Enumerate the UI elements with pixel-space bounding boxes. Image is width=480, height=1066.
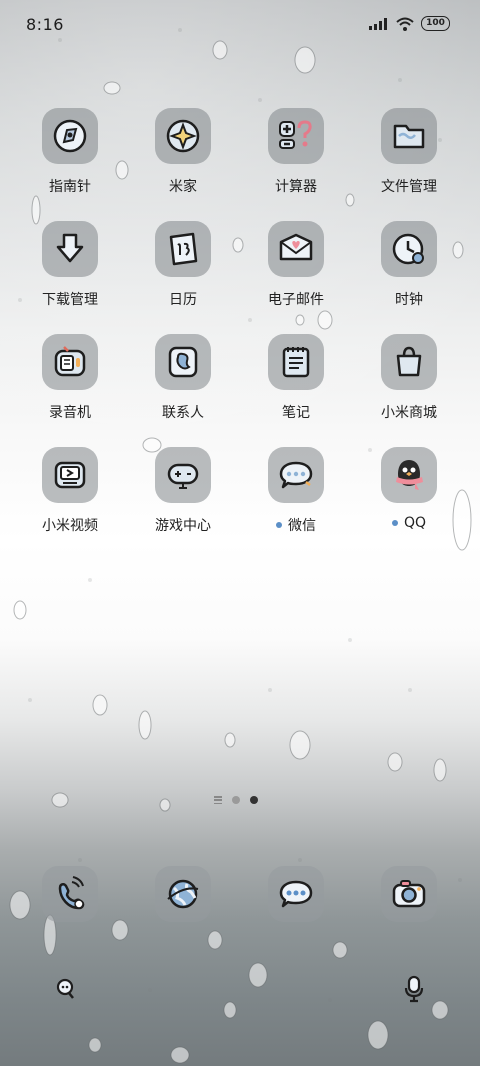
recorder-icon	[54, 346, 86, 377]
dock-camera[interactable]	[354, 866, 464, 922]
app-tile[interactable]	[42, 334, 98, 390]
app-game-center[interactable]: 游戏中心	[128, 447, 238, 535]
app-contacts[interactable]: 联系人	[128, 334, 238, 422]
app-mi-video[interactable]: 小米视频	[15, 447, 125, 535]
status-time: 8:16	[26, 15, 64, 34]
status-icons: 100	[369, 16, 450, 31]
compass-icon	[53, 119, 87, 153]
app-tile[interactable]	[268, 221, 324, 277]
mijia-icon	[166, 119, 200, 153]
app-label: 文件管理	[381, 179, 437, 195]
dock-tile[interactable]	[268, 866, 324, 922]
app-tile[interactable]	[155, 447, 211, 503]
app-tile[interactable]	[268, 108, 324, 164]
app-label: 指南针	[49, 179, 91, 195]
app-label: 下载管理	[42, 292, 98, 308]
app-mi-store[interactable]: 小米商城	[354, 334, 464, 422]
signal-icon	[369, 17, 387, 30]
status-bar: 8:16 100	[0, 0, 480, 48]
camera-icon	[392, 880, 426, 908]
app-label: 电子邮件	[268, 292, 324, 308]
app-label: 小米视频	[42, 518, 98, 534]
app-tile[interactable]	[42, 447, 98, 503]
app-label: 游戏中心	[155, 518, 211, 534]
app-tile[interactable]	[381, 108, 437, 164]
app-tile[interactable]	[42, 108, 98, 164]
app-compass[interactable]: 指南针	[15, 108, 125, 196]
app-label: 微信	[288, 518, 316, 534]
app-label: 录音机	[49, 405, 91, 421]
app-tile[interactable]	[381, 447, 437, 503]
app-clock[interactable]: 时钟	[354, 221, 464, 309]
app-tile[interactable]	[155, 108, 211, 164]
shopping-bag-icon	[396, 346, 422, 377]
gamepad-icon	[167, 463, 199, 489]
app-calculator[interactable]: 计算器	[241, 108, 351, 196]
penguin-icon	[396, 460, 423, 490]
message-icon	[279, 880, 313, 908]
app-notes[interactable]: 笔记	[241, 334, 351, 422]
dock-tile[interactable]	[42, 866, 98, 922]
app-tile[interactable]	[268, 334, 324, 390]
app-qq[interactable]: QQ	[354, 447, 464, 531]
mail-icon	[279, 233, 313, 261]
feed-page-indicator[interactable]	[214, 796, 222, 804]
download-icon	[56, 233, 84, 263]
app-tile[interactable]	[381, 221, 437, 277]
notification-dot	[391, 520, 398, 526]
microphone-icon[interactable]	[400, 975, 428, 1003]
app-mijia[interactable]: 米家	[128, 108, 238, 196]
contacts-icon	[168, 346, 198, 378]
tv-icon	[54, 461, 86, 489]
app-wechat[interactable]: 微信	[241, 447, 351, 535]
battery-indicator: 100	[421, 16, 450, 31]
app-label: 时钟	[395, 292, 423, 308]
app-calendar[interactable]: 日历	[128, 221, 238, 309]
notification-dot	[276, 522, 282, 528]
app-label: 日历	[169, 292, 197, 308]
app-tile[interactable]	[155, 334, 211, 390]
notes-icon	[282, 347, 310, 378]
chat-icon	[279, 461, 313, 489]
app-tile[interactable]	[268, 447, 324, 503]
app-tile[interactable]	[42, 221, 98, 277]
app-tile[interactable]	[155, 221, 211, 277]
page-indicator[interactable]	[214, 796, 258, 804]
folder-icon	[393, 124, 425, 149]
clock-icon	[392, 233, 424, 265]
app-download-manager[interactable]: 下载管理	[15, 221, 125, 309]
app-email[interactable]: 电子邮件	[241, 221, 351, 309]
page-dot-2[interactable]	[250, 796, 258, 804]
dock-messages[interactable]	[241, 866, 351, 922]
dock-tile[interactable]	[155, 866, 211, 922]
app-tile[interactable]	[381, 334, 437, 390]
dock-tile[interactable]	[381, 866, 437, 922]
app-label: QQ	[403, 515, 427, 531]
app-label: 计算器	[275, 179, 317, 195]
phone-icon	[58, 876, 85, 910]
calculator-icon	[279, 120, 312, 149]
wifi-icon	[396, 17, 414, 31]
app-file-manager[interactable]: 文件管理	[354, 108, 464, 196]
app-recorder[interactable]: 录音机	[15, 334, 125, 422]
app-label: 小米商城	[381, 405, 437, 421]
page-dot-1[interactable]	[232, 796, 240, 804]
dock-browser[interactable]	[128, 866, 238, 922]
app-label: 米家	[169, 179, 197, 195]
dock-phone[interactable]	[15, 866, 125, 922]
search-icon[interactable]	[52, 975, 80, 1003]
browser-icon	[167, 879, 199, 909]
app-label: 笔记	[282, 405, 310, 421]
calendar-icon	[169, 232, 198, 266]
app-label: 联系人	[162, 405, 204, 421]
